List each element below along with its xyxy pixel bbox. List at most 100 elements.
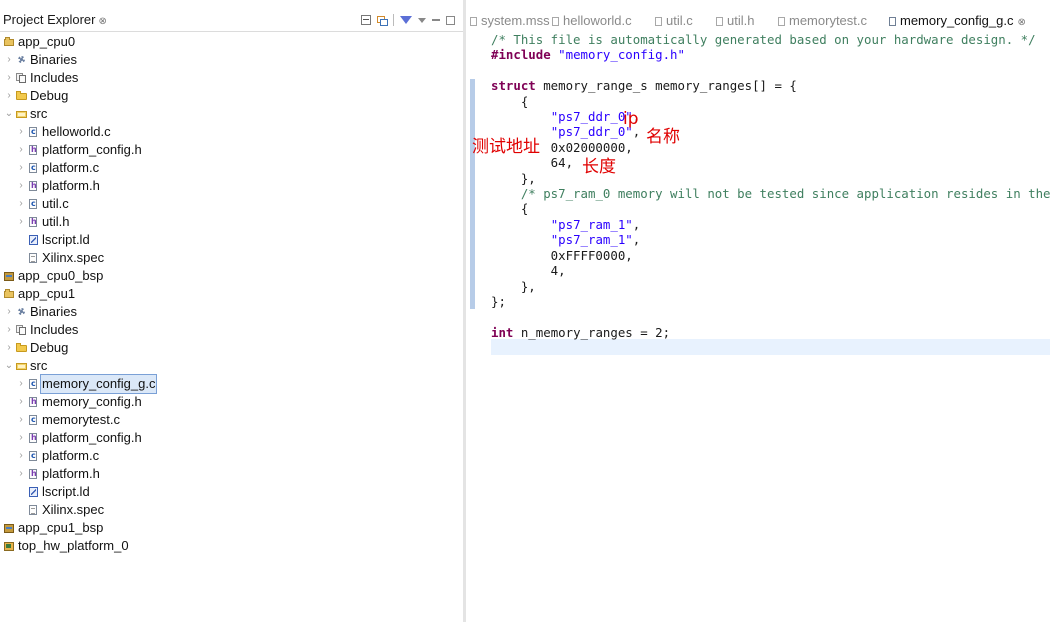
expanded-chevron-icon[interactable]: ⌄ [4,105,14,123]
tree-item[interactable]: › platform.c [0,447,463,465]
c-file-icon [28,123,39,141]
editor-tab[interactable]: system.mss [470,12,550,30]
tree-item-label: Binaries [30,52,77,67]
expanded-chevron-icon[interactable]: ⌄ [4,357,14,375]
tree-item[interactable]: › platform.h [0,465,463,483]
collapsed-chevron-icon[interactable]: › [16,195,26,213]
tree-item[interactable]: › Debug [0,87,463,105]
collapsed-chevron-icon[interactable]: › [16,141,26,159]
tree-item[interactable]: app_cpu0_bsp [0,267,463,285]
collapsed-chevron-icon[interactable]: › [4,87,14,105]
collapsed-chevron-icon[interactable]: › [16,159,26,177]
editor-tab[interactable]: helloworld.c [552,12,632,30]
tree-item[interactable]: › memory_config.h [0,393,463,411]
collapsed-chevron-icon[interactable]: › [16,411,26,429]
close-icon[interactable]: ⊗ [1017,17,1025,28]
code-line: }; [491,294,506,309]
tree-item-label: platform_config.h [42,430,142,445]
code-token: "ps7_ram_1" [550,232,633,248]
collapsed-chevron-icon[interactable]: › [16,393,26,411]
code-line: /* This file is automatically generated … [491,32,1036,47]
collapsed-chevron-icon[interactable]: › [16,213,26,231]
editor-tab[interactable]: util.h [716,12,754,30]
code-line: /* ps7_ram_0 memory will not be tested s… [491,186,1050,201]
collapsed-chevron-icon[interactable]: › [16,375,26,393]
editor-tab[interactable]: util.c [655,12,693,30]
collapsed-chevron-icon[interactable]: › [4,303,14,321]
code-token: /* This file is automatically generated … [491,32,1036,47]
tree-item[interactable]: Xilinx.spec [0,501,463,519]
collapsed-chevron-icon[interactable]: › [16,465,26,483]
tree-item[interactable]: lscript.ld [0,231,463,249]
linker-script-icon [28,487,39,497]
tree-item[interactable]: Xilinx.spec [0,249,463,267]
code-token: }, [491,278,536,294]
tree-item-label: app_cpu1_bsp [18,520,104,535]
tree-item[interactable]: › memorytest.c [0,411,463,429]
code-line: int n_memory_ranges = 2; [491,325,670,340]
collapsed-chevron-icon[interactable]: › [16,429,26,447]
editor-tab[interactable]: memory_config_g.c ⊗ [889,12,1026,30]
tree-item[interactable]: › Debug [0,339,463,357]
collapse-all-icon[interactable] [361,15,371,25]
collapsed-chevron-icon[interactable]: › [4,51,14,69]
tree-item-label: lscript.ld [42,484,90,499]
annotation-ip: ip [623,109,639,129]
collapsed-chevron-icon[interactable]: › [16,177,26,195]
minimize-icon[interactable] [432,19,440,21]
h-file-icon [28,141,39,159]
code-area[interactable]: /* This file is automatically generated … [466,32,1050,622]
tree-item[interactable]: › platform_config.h [0,141,463,159]
tree-item-label: memorytest.c [42,412,121,427]
tree-item[interactable]: › util.h [0,213,463,231]
code-token: "ps7_ddr_0" [550,124,633,140]
tree-item-label: Debug [30,340,69,355]
source-code[interactable]: /* This file is automatically generated … [491,32,1050,340]
tree-item[interactable]: › Binaries [0,51,463,69]
view-menu-icon[interactable] [418,17,426,23]
collapsed-chevron-icon[interactable]: › [16,123,26,141]
tree-item[interactable]: app_cpu1 [0,285,463,303]
collapsed-chevron-icon[interactable]: › [4,69,14,87]
editor-tab[interactable]: memorytest.c [778,12,867,30]
maximize-icon[interactable] [446,15,455,25]
tree-item-label: Binaries [30,304,77,319]
tree-item-label: Xilinx.spec [42,250,105,265]
tree-item[interactable]: top_hw_platform_0 [0,537,463,555]
code-line: #include "memory_config.h" [491,47,685,62]
bsp-project-icon [4,523,15,533]
tree-item-label: src [30,106,48,121]
link-with-editor-icon[interactable] [377,15,388,26]
tree-item-label: app_cpu0_bsp [18,268,104,283]
tree-item-label: lscript.ld [42,232,90,247]
tree-item[interactable]: ⌄ src [0,105,463,123]
tree-item[interactable]: › Includes [0,69,463,87]
close-icon[interactable]: ⊗ [98,16,106,27]
tree-item[interactable]: › Binaries [0,303,463,321]
tree-item[interactable]: › memory_config_g.c [0,374,463,394]
project-explorer-tab[interactable]: Project Explorer ⊗ [3,12,107,27]
tree-item[interactable]: › platform.c [0,159,463,177]
tree-item[interactable]: lscript.ld [0,483,463,501]
tree-item[interactable]: app_cpu1_bsp [0,519,463,537]
tree-item[interactable]: › helloworld.c [0,123,463,141]
folder-icon [16,91,27,101]
editor-tab-label: util.c [666,13,693,28]
collapsed-chevron-icon[interactable]: › [16,447,26,465]
tree-item[interactable]: › platform_config.h [0,429,463,447]
c-file-icon [28,411,39,429]
tree-item[interactable]: › Includes [0,321,463,339]
tree-item[interactable]: app_cpu0 [0,33,463,51]
collapsed-chevron-icon[interactable]: › [4,339,14,357]
filter-icon[interactable] [400,16,412,24]
tree-item[interactable]: ⌄ src [0,357,463,375]
code-line: 0xFFFF0000, [491,248,633,263]
code-token: #include [491,47,551,63]
h-file-icon [28,177,39,195]
code-token: }; [491,293,506,309]
collapsed-chevron-icon[interactable]: › [4,321,14,339]
tree-item[interactable]: › util.c [0,195,463,213]
tree-item[interactable]: › platform.h [0,177,463,195]
